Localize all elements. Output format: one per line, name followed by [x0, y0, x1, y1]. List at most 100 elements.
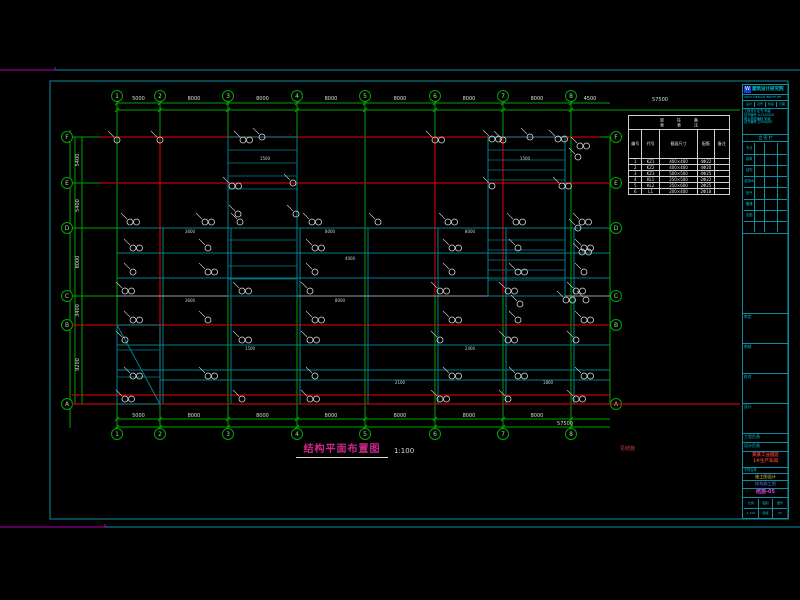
member-tag-circle	[581, 269, 587, 275]
sign-table-row: 电气	[744, 188, 787, 199]
member-tag-circle	[205, 245, 211, 251]
schedule-cell	[715, 159, 729, 164]
schedule-cell: 3	[629, 171, 642, 176]
drawing-scale: 1:100	[394, 447, 414, 455]
inner-dim-text: 1500	[260, 156, 271, 161]
member-tag-circle	[122, 288, 128, 294]
member-tag-circle	[452, 219, 458, 225]
design-stage: 施工图设计	[743, 474, 788, 481]
schedule-cell	[715, 177, 729, 182]
row-bubble-label: B	[614, 322, 618, 329]
tag-leader	[121, 213, 127, 219]
member-tag-circle	[130, 269, 136, 275]
member-tag-circle	[515, 373, 521, 379]
sign-table-cell	[765, 200, 778, 210]
cad-viewport[interactable]: 1122334455667788FFEEDDCCBBAA500080008000…	[0, 0, 800, 600]
plan-drawing-canvas[interactable]: 1122334455667788FFEEDDCCBBAA500080008000…	[0, 0, 800, 600]
tag-leader	[234, 131, 240, 137]
dim-text-left: 8000	[75, 256, 81, 269]
title-block-header-cell: 证号	[755, 102, 766, 107]
approval-section: 设计	[743, 404, 788, 434]
dim-text-left: 5400	[75, 199, 81, 212]
inner-dim-text: 8000	[335, 298, 346, 303]
grid-bubble-label: 8	[569, 431, 573, 438]
grid-bubble-label: 4	[295, 93, 299, 100]
member-tag-circle	[137, 245, 143, 251]
title-block-header-cell: 设计	[744, 102, 755, 107]
member-tag-circle	[202, 219, 208, 225]
tag-leader	[571, 137, 577, 143]
schedule-header-cell: 配筋	[698, 130, 714, 158]
schedule-cell: 250×500	[660, 177, 698, 182]
inner-dim-text: 2400	[465, 346, 476, 351]
grid-bubble-label: 1	[115, 93, 119, 100]
sign-table-row: 建筑	[744, 155, 787, 166]
member-tag-circle	[235, 211, 241, 217]
member-tag-circle	[579, 219, 585, 225]
schedule-title-group: 梁表	[659, 118, 665, 128]
tag-leader	[567, 331, 573, 337]
sign-table-cell: 总图	[744, 211, 755, 221]
sign-table-cell	[778, 188, 787, 198]
member-tag-circle	[444, 288, 450, 294]
member-tag-circle	[575, 154, 581, 160]
grid-bubble-label: 3	[226, 431, 230, 438]
schedule-header-cell: 编号	[629, 130, 642, 158]
scale-sheet-cell: 结施	[759, 509, 774, 518]
member-tag-circle	[205, 269, 211, 275]
member-tag-circle	[307, 396, 313, 402]
inner-dim-text: 1500	[520, 156, 531, 161]
inner-dim-text: 1800	[543, 380, 554, 385]
schedule-cell: 4Φ20	[698, 165, 714, 170]
member-tag-circle	[130, 373, 136, 379]
tag-leader	[521, 128, 527, 134]
sign-table-cell	[765, 177, 778, 187]
row-bubble-label: D	[65, 225, 70, 232]
sign-table-header: 会 签 栏	[743, 135, 788, 142]
dim-text: 8000	[256, 413, 269, 419]
tag-leader	[124, 311, 130, 317]
schedule-cell: 4	[629, 177, 642, 182]
sign-table-cell	[755, 143, 765, 153]
schedule-cell: 2Φ25	[698, 183, 714, 188]
member-tag-circle	[522, 373, 528, 379]
member-tag-circle	[212, 373, 218, 379]
tag-leader	[507, 213, 513, 219]
row-bubble-label: F	[65, 134, 69, 141]
tag-leader	[199, 239, 205, 245]
member-tag-circle	[449, 373, 455, 379]
member-tag-circle	[247, 137, 253, 143]
member-tag-circle	[130, 245, 136, 251]
dim-total: 57500	[652, 97, 668, 103]
tag-leader	[509, 311, 515, 317]
schedule-cell: 2Φ22	[698, 177, 714, 182]
reference-note: 见结施	[620, 445, 635, 452]
sign-table-cell	[778, 166, 787, 176]
sign-table-cell	[778, 177, 787, 187]
certificate-lines: 工程设计证书 甲级证书编号 A1320000城乡规划编制 甲级证书编号 [200…	[743, 109, 788, 135]
sign-table-cell	[765, 211, 778, 221]
discipline-label: 结构施工图	[743, 481, 788, 489]
sign-table-cell	[755, 211, 765, 221]
dim-text: 4500	[584, 96, 597, 102]
tag-leader	[569, 219, 575, 225]
inner-dim-text: 3600	[185, 298, 196, 303]
tag-leader	[426, 131, 432, 137]
dim-text-left: 5400	[75, 154, 81, 167]
dim-text: 8000	[531, 413, 544, 419]
tag-leader	[151, 131, 157, 137]
grid-bubble-label: 7	[501, 93, 505, 100]
grid-bubble-label: 2	[158, 431, 162, 438]
tag-leader	[499, 331, 505, 337]
sign-table-cell: 暖通	[744, 200, 755, 210]
schedule-cell: 200×400	[660, 189, 698, 194]
sign-table-cell: 给排水	[744, 177, 755, 187]
schedule-cell: 4Φ22	[698, 159, 714, 164]
tag-leader	[287, 205, 293, 211]
tag-leader	[431, 282, 437, 288]
dim-text: 8000	[394, 96, 407, 102]
tag-leader	[569, 148, 575, 154]
inner-dim-text: 8000	[465, 229, 476, 234]
member-tag-circle	[236, 183, 242, 189]
grid-bubble-label: 1	[115, 431, 119, 438]
